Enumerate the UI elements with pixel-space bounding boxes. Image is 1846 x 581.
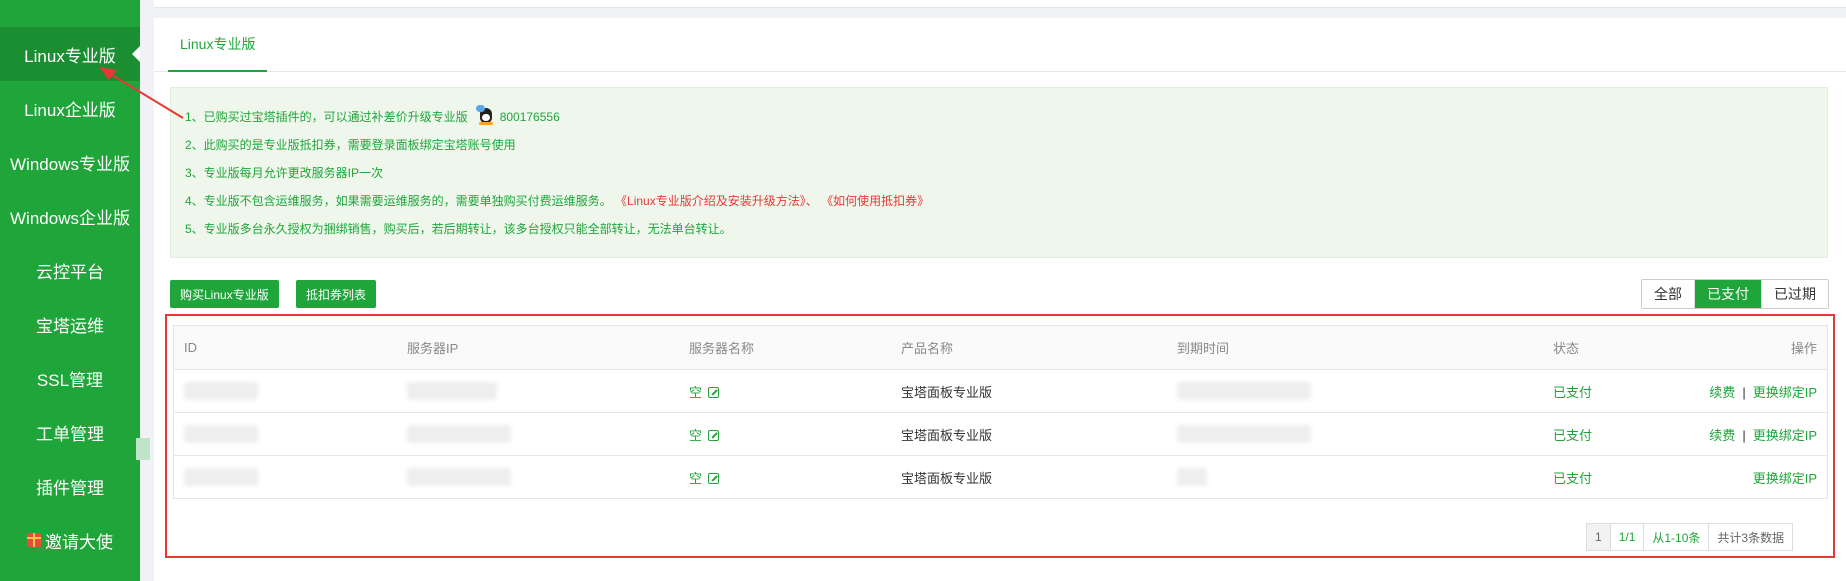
sidebar-item-label: Windows专业版 bbox=[10, 154, 130, 174]
sidebar-item-windows-pro[interactable]: Windows专业版 bbox=[0, 135, 140, 189]
buy-linux-pro-button[interactable]: 购买Linux专业版 bbox=[170, 280, 279, 308]
notice-box: 1、已购买过宝塔插件的，可以通过补差价升级专业版 800176556 2、此购买的… bbox=[170, 87, 1828, 258]
sidebar-item-label: 工单管理 bbox=[36, 424, 104, 444]
sidebar-item-plugins[interactable]: 插件管理 bbox=[0, 459, 140, 513]
qq-number[interactable]: 800176556 bbox=[500, 110, 560, 124]
sidebar-item-invite[interactable]: 邀请大使 bbox=[0, 513, 140, 567]
notice-line-5: 5、专业版多台永久授权为捆绑销售，购买后，若后期转让，该多台授权只能全部转让，无… bbox=[185, 222, 732, 236]
sidebar-item-label: SSL管理 bbox=[36, 370, 104, 390]
link-linux-pro-intro[interactable]: 《Linux专业版介绍及安装升级方法》 bbox=[615, 194, 806, 208]
filter-expired[interactable]: 已过期 bbox=[1761, 280, 1828, 308]
link-separator: 、 bbox=[805, 194, 818, 208]
sidebar-item-windows-enterprise[interactable]: Windows企业版 bbox=[0, 189, 140, 243]
sidebar-item-ssl[interactable]: SSL管理 bbox=[0, 351, 140, 405]
sidebar-item-label: 插件管理 bbox=[36, 478, 104, 498]
sidebar-item-label: Windows企业版 bbox=[10, 208, 130, 228]
annotation-arrow-icon bbox=[99, 67, 184, 119]
notice-line-2: 2、此购买的是专业版抵扣券，需要登录面板绑定宝塔账号使用 bbox=[185, 138, 516, 152]
sidebar-item-label: 宝塔运维 bbox=[36, 316, 104, 336]
sidebar-item-label: 邀请大使 bbox=[45, 532, 113, 552]
notice-line-4: 4、专业版不包含运维服务，如果需要运维服务的，需要单独购买付费运维服务。 《Li… bbox=[185, 187, 1813, 215]
sidebar-collapse-handle[interactable] bbox=[136, 438, 150, 460]
notice-line-3: 3、专业版每月允许更改服务器IP一次 bbox=[185, 166, 384, 180]
top-bar bbox=[154, 0, 1846, 8]
tab-bar: Linux专业版 bbox=[154, 18, 1846, 72]
filter-paid[interactable]: 已支付 bbox=[1694, 280, 1761, 308]
link-coupon-howto[interactable]: 《如何使用抵扣券》 bbox=[821, 194, 929, 208]
status-filter: 全部 已支付 已过期 bbox=[1641, 279, 1829, 309]
notice-text: 1、已购买过宝塔插件的，可以通过补差价升级专业版 bbox=[185, 110, 468, 124]
sidebar-item-cloud-control[interactable]: 云控平台 bbox=[0, 243, 140, 297]
sidebar-item-tickets[interactable]: 工单管理 bbox=[0, 405, 140, 459]
sidebar-item-label: 云控平台 bbox=[36, 262, 104, 282]
highlight-box bbox=[165, 314, 1835, 558]
notice-text: 4、专业版不包含运维服务，如果需要运维服务的，需要单独购买付费运维服务。 bbox=[185, 194, 612, 208]
coupon-list-button[interactable]: 抵扣券列表 bbox=[296, 280, 377, 308]
qq-icon[interactable] bbox=[475, 105, 496, 125]
gift-icon bbox=[27, 533, 41, 547]
filter-all[interactable]: 全部 bbox=[1642, 280, 1694, 308]
sidebar-item-ops[interactable]: 宝塔运维 bbox=[0, 297, 140, 351]
notice-line-1: 1、已购买过宝塔插件的，可以通过补差价升级专业版 800176556 bbox=[185, 103, 1813, 131]
